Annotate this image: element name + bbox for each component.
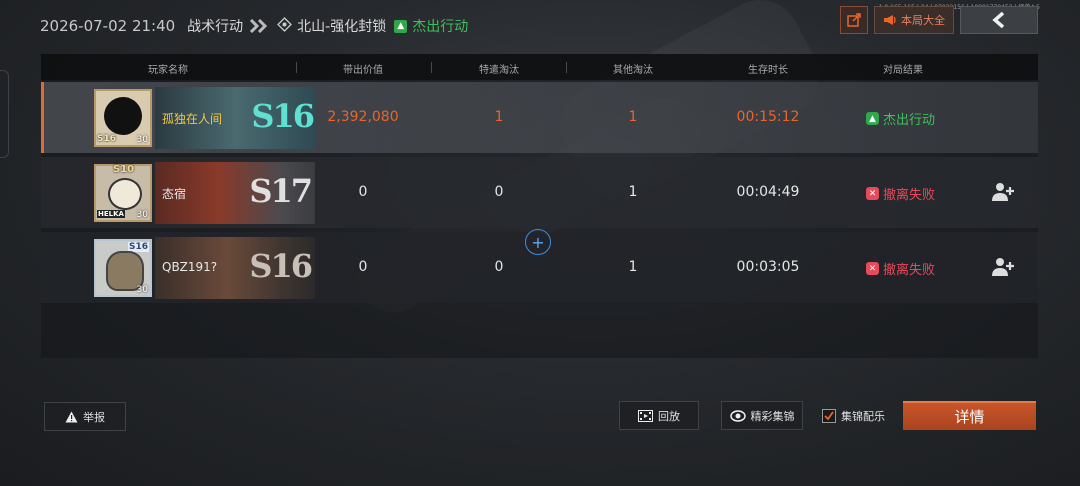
- match-mode: 战术行动: [187, 19, 244, 35]
- replay-button[interactable]: 回放: [619, 401, 699, 430]
- match-map: 北山-强化封锁: [297, 19, 387, 35]
- checkmark-icon: [824, 411, 834, 421]
- music-label: 集锦配乐: [841, 410, 885, 423]
- double-chevron-icon: [249, 19, 269, 33]
- music-checkbox[interactable]: [822, 409, 836, 423]
- col-extract-value: 带出价值: [343, 65, 383, 76]
- share-icon: [847, 13, 861, 27]
- avatar[interactable]: S10 HELKA 30: [94, 164, 152, 222]
- highlights-button[interactable]: 精彩集锦: [721, 401, 803, 430]
- col-match-result: 对局结果: [883, 65, 923, 76]
- success-icon: ▲: [866, 112, 879, 125]
- avatar[interactable]: S16 30: [94, 239, 152, 297]
- col-player-name: 玩家名称: [148, 65, 188, 76]
- replay-label: 回放: [658, 409, 680, 423]
- warning-icon: [65, 411, 78, 422]
- avatar-text: HELKA: [97, 210, 125, 218]
- other-kills: 1: [628, 109, 638, 125]
- player-name: 孤独在人间: [162, 112, 223, 126]
- header-divider: [296, 62, 297, 73]
- survival-time: 00:15:12: [736, 109, 800, 125]
- match-result: ▲ 杰出行动: [394, 16, 468, 36]
- player-level: 30: [136, 135, 148, 145]
- extract-value: 0: [358, 259, 368, 275]
- survival-time: 00:04:49: [736, 184, 800, 200]
- season-banner-label: S17: [249, 172, 313, 210]
- match-header: 2026-07-02 21:40 战术行动 北山-强化封锁 ▲ 杰出行动: [40, 14, 468, 38]
- share-button[interactable]: [840, 6, 868, 34]
- fail-icon: ✕: [866, 187, 879, 200]
- film-icon: [638, 409, 653, 422]
- extract-value: 2,392,080: [327, 109, 399, 125]
- avatar-silhouette: [104, 97, 142, 135]
- avatar-season: S10: [113, 164, 135, 175]
- special-kills: 0: [494, 184, 504, 200]
- other-kills: 1: [628, 184, 638, 200]
- top-right-actions: 本局大全: [840, 6, 1038, 34]
- match-summary-button[interactable]: 本局大全: [874, 6, 954, 34]
- scoreboard-table: 玩家名称 带出价值 特遣淘汰 其他淘汰 生存时长 对局结果 S16 S16 30…: [41, 54, 1038, 358]
- report-button[interactable]: 举报: [44, 402, 126, 431]
- camera-icon: [729, 409, 746, 422]
- map-pin-icon: [277, 16, 293, 36]
- match-result-badge: ▲ 杰出行动: [866, 109, 935, 128]
- player-level: 30: [136, 210, 148, 220]
- avatar-face: [108, 178, 142, 210]
- match-result-badge: ✕ 撤离失败: [866, 184, 935, 203]
- details-label: 详情: [954, 408, 985, 426]
- highlights-label: 精彩集锦: [750, 409, 795, 423]
- match-result-badge: ✕ 撤离失败: [866, 259, 935, 278]
- header-divider: [566, 62, 567, 73]
- left-drawer-handle[interactable]: [0, 70, 9, 158]
- season-banner-label: S16: [251, 97, 315, 135]
- details-button[interactable]: 详情: [903, 401, 1036, 430]
- header-divider: [431, 62, 432, 73]
- highlight-music-toggle[interactable]: 集锦配乐: [822, 408, 885, 424]
- megaphone-icon: [884, 15, 896, 25]
- survival-time: 00:03:05: [736, 259, 800, 275]
- match-result-label: 杰出行动: [412, 19, 469, 35]
- match-datetime: 2026-07-02 21:40: [40, 17, 176, 35]
- plus-icon[interactable]: +: [525, 229, 551, 255]
- col-other-kills: 其他淘汰: [613, 65, 653, 76]
- player-name: 态宿: [162, 187, 187, 201]
- player-level: 30: [136, 285, 148, 295]
- avatar[interactable]: S16 30: [94, 89, 152, 147]
- match-summary-label: 本局大全: [901, 14, 945, 27]
- table-row-self[interactable]: S16 S16 30 孤独在人间 2,392,080 1 1 00:15:12 …: [41, 82, 1038, 153]
- result-success-icon: ▲: [394, 19, 408, 33]
- add-friend-icon[interactable]: [991, 255, 1015, 279]
- season-banner-label: S16: [249, 247, 313, 285]
- back-arrow-icon: [992, 12, 1005, 28]
- table-header: 玩家名称 带出价值 特遣淘汰 其他淘汰 生存时长 对局结果: [41, 54, 1038, 80]
- player-name: QBZ191?: [162, 260, 218, 274]
- add-friend-icon[interactable]: [991, 180, 1015, 204]
- extract-value: 0: [358, 184, 368, 200]
- report-label: 举报: [83, 410, 105, 424]
- col-survival-time: 生存时长: [748, 65, 788, 76]
- match-result-text: 撤离失败: [883, 188, 936, 203]
- special-kills: 0: [494, 259, 504, 275]
- back-button[interactable]: [960, 6, 1038, 34]
- match-result-text: 杰出行动: [883, 113, 936, 128]
- match-result-text: 撤离失败: [883, 263, 936, 278]
- fail-icon: ✕: [866, 262, 879, 275]
- table-row[interactable]: S17 S10 HELKA 30 态宿 0 0 1 00:04:49 ✕ 撤离失…: [41, 157, 1038, 228]
- special-kills: 1: [494, 109, 504, 125]
- col-special-kills: 特遣淘汰: [479, 65, 519, 76]
- other-kills: 1: [628, 259, 638, 275]
- avatar-season: S16: [97, 134, 117, 144]
